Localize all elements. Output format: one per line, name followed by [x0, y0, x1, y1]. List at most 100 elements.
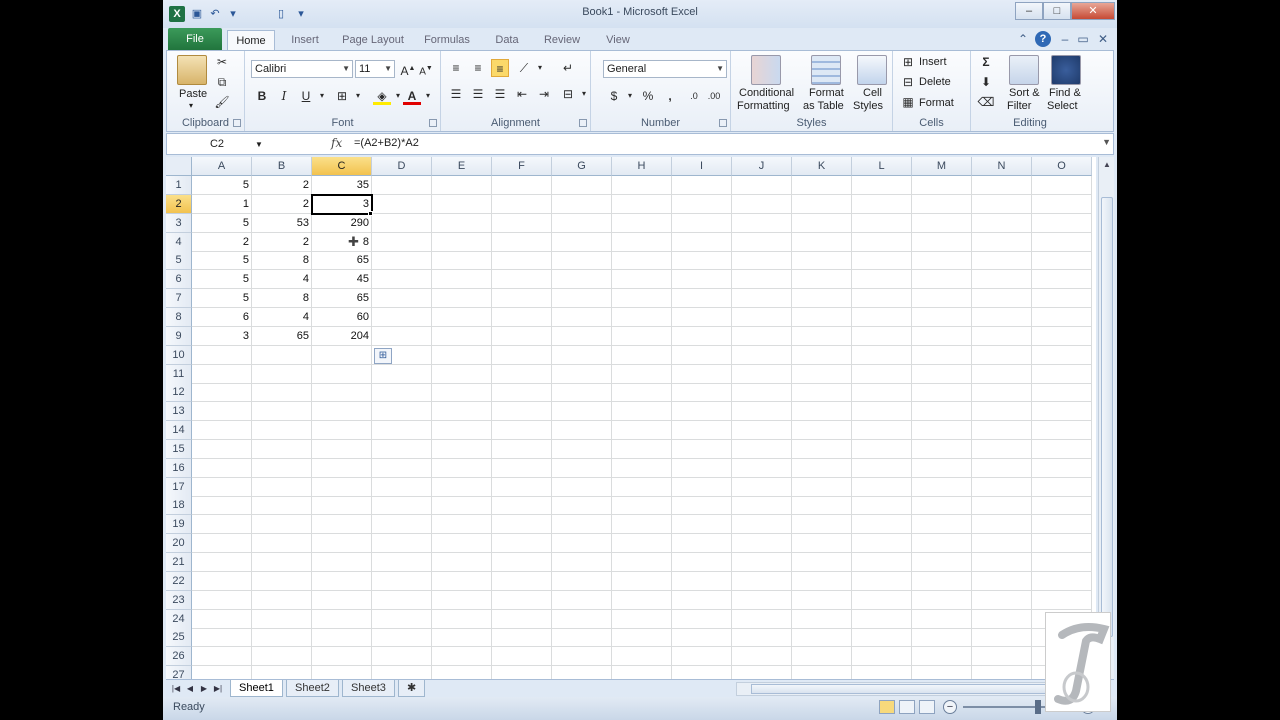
borders-dropdown-icon[interactable]: ▾ — [349, 87, 367, 105]
cell-f12[interactable] — [492, 383, 552, 403]
cell-k3[interactable] — [792, 213, 852, 233]
cell-d1[interactable] — [372, 176, 432, 195]
tab-data[interactable]: Data — [487, 30, 527, 50]
cell-f20[interactable] — [492, 534, 552, 554]
cell-c1[interactable]: 35 — [312, 176, 372, 195]
cell-b23[interactable] — [252, 590, 312, 610]
cell-a18[interactable] — [192, 496, 252, 516]
cell-o1[interactable] — [1032, 176, 1092, 195]
cell-n17[interactable] — [972, 477, 1032, 497]
row-header[interactable]: 21 — [166, 553, 192, 572]
cell-f16[interactable] — [492, 458, 552, 478]
cell-e6[interactable] — [432, 270, 492, 290]
cell-m9[interactable] — [912, 326, 972, 346]
cell-d25[interactable] — [372, 628, 432, 648]
number-format-combo[interactable]: General ▼ — [603, 60, 727, 78]
cell-h14[interactable] — [612, 421, 672, 441]
cell-b14[interactable] — [252, 421, 312, 441]
cell-h22[interactable] — [612, 571, 672, 591]
cell-g15[interactable] — [552, 439, 612, 459]
cell-c7[interactable]: 65 — [312, 289, 372, 309]
cell-o20[interactable] — [1032, 534, 1092, 554]
cell-l1[interactable] — [852, 176, 912, 195]
cell-k15[interactable] — [792, 439, 852, 459]
cell-a13[interactable] — [192, 402, 252, 422]
bottom-align-icon[interactable]: ≡ — [491, 59, 509, 77]
cell-k14[interactable] — [792, 421, 852, 441]
cell-f27[interactable] — [492, 666, 552, 679]
cell-m23[interactable] — [912, 590, 972, 610]
cell-f13[interactable] — [492, 402, 552, 422]
cell-l14[interactable] — [852, 421, 912, 441]
cell-j24[interactable] — [732, 609, 792, 629]
cell-g16[interactable] — [552, 458, 612, 478]
cell-g27[interactable] — [552, 666, 612, 679]
cell-b27[interactable] — [252, 666, 312, 679]
cell-m19[interactable] — [912, 515, 972, 535]
cell-f23[interactable] — [492, 590, 552, 610]
cell-e27[interactable] — [432, 666, 492, 679]
cell-i25[interactable] — [672, 628, 732, 648]
cell-o7[interactable] — [1032, 289, 1092, 309]
decrease-font-icon[interactable]: A▼ — [417, 60, 435, 78]
cell-b7[interactable]: 8 — [252, 289, 312, 309]
horizontal-scrollbar[interactable] — [736, 682, 1096, 696]
insert-cells-icon[interactable]: ⊞ — [899, 53, 917, 71]
cell-b5[interactable]: 8 — [252, 251, 312, 271]
cell-g9[interactable] — [552, 326, 612, 346]
cell-g24[interactable] — [552, 609, 612, 629]
cell-d12[interactable] — [372, 383, 432, 403]
cell-c13[interactable] — [312, 402, 372, 422]
cell-d9[interactable] — [372, 326, 432, 346]
cell-m12[interactable] — [912, 383, 972, 403]
cell-e1[interactable] — [432, 176, 492, 195]
percent-style-button[interactable]: % — [639, 87, 657, 105]
cell-f1[interactable] — [492, 176, 552, 195]
column-header-h[interactable]: H — [612, 157, 672, 176]
cell-h15[interactable] — [612, 439, 672, 459]
cell-o12[interactable] — [1032, 383, 1092, 403]
orientation-dropdown-icon[interactable]: ▾ — [531, 59, 549, 77]
prev-sheet-icon[interactable]: ◀ — [184, 682, 196, 696]
cell-e13[interactable] — [432, 402, 492, 422]
cell-k12[interactable] — [792, 383, 852, 403]
cell-g6[interactable] — [552, 270, 612, 290]
next-sheet-icon[interactable]: ▶ — [198, 682, 210, 696]
cell-b13[interactable] — [252, 402, 312, 422]
cell-g22[interactable] — [552, 571, 612, 591]
cell-m5[interactable] — [912, 251, 972, 271]
cell-i27[interactable] — [672, 666, 732, 679]
cell-h17[interactable] — [612, 477, 672, 497]
row-header[interactable]: 20 — [166, 534, 192, 554]
row-header[interactable]: 2 — [166, 194, 192, 214]
page-layout-view-icon[interactable] — [899, 700, 915, 714]
cell-a19[interactable] — [192, 515, 252, 535]
cell-i24[interactable] — [672, 609, 732, 629]
cell-g1[interactable] — [552, 176, 612, 195]
cell-e7[interactable] — [432, 289, 492, 309]
cell-j12[interactable] — [732, 383, 792, 403]
clear-icon[interactable]: ⌫ — [977, 93, 995, 111]
cell-i7[interactable] — [672, 289, 732, 309]
row-header[interactable]: 11 — [166, 364, 192, 384]
cell-o10[interactable] — [1032, 345, 1092, 365]
cell-c26[interactable] — [312, 647, 372, 667]
cell-n10[interactable] — [972, 345, 1032, 365]
format-as-table-label-2[interactable]: as Table — [803, 100, 844, 112]
cell-d13[interactable] — [372, 402, 432, 422]
cell-j7[interactable] — [732, 289, 792, 309]
tab-formulas[interactable]: Formulas — [417, 30, 477, 50]
cell-g11[interactable] — [552, 364, 612, 384]
horizontal-scroll-thumb[interactable] — [751, 684, 1081, 694]
cell-n5[interactable] — [972, 251, 1032, 271]
cell-i13[interactable] — [672, 402, 732, 422]
cell-d7[interactable] — [372, 289, 432, 309]
cell-b17[interactable] — [252, 477, 312, 497]
cell-n13[interactable] — [972, 402, 1032, 422]
row-header[interactable]: 7 — [166, 289, 192, 309]
cell-d24[interactable] — [372, 609, 432, 629]
cell-i16[interactable] — [672, 458, 732, 478]
cell-d5[interactable] — [372, 251, 432, 271]
cell-h1[interactable] — [612, 176, 672, 195]
cell-l15[interactable] — [852, 439, 912, 459]
